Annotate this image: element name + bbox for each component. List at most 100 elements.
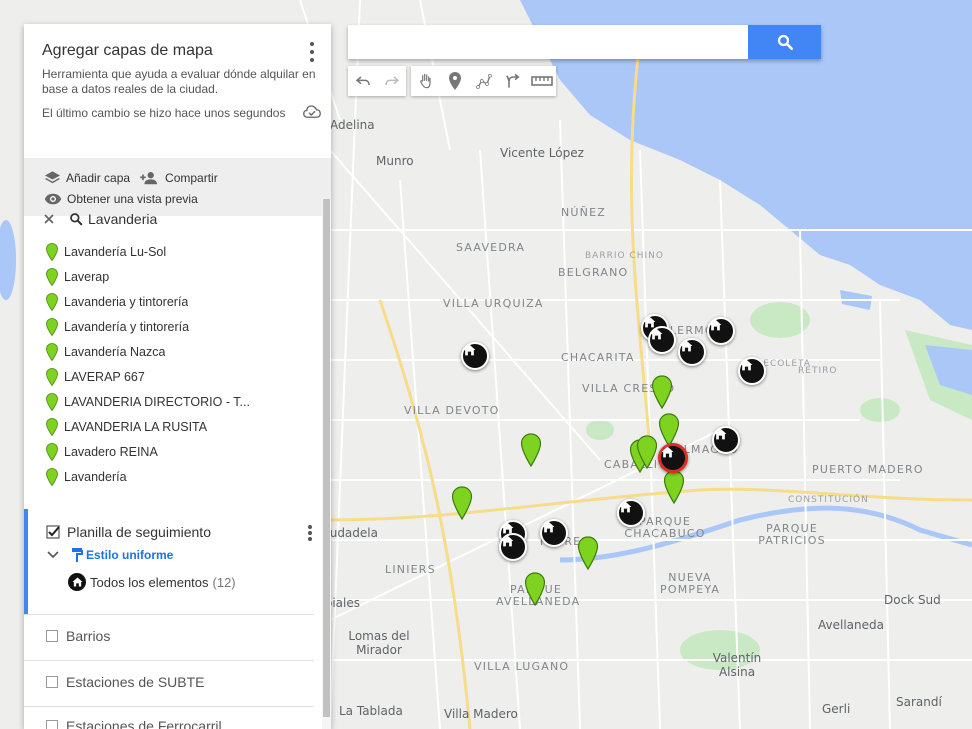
all-items-count: (12) xyxy=(212,574,236,590)
layer-options-menu[interactable] xyxy=(308,525,312,541)
search-result-label: Lavanderia y tintorería xyxy=(64,294,189,309)
search-button[interactable] xyxy=(748,25,821,59)
search-result-marker[interactable] xyxy=(520,433,542,467)
all-items-label: Todos los elementos xyxy=(90,574,209,590)
draw-line-button[interactable] xyxy=(469,66,498,96)
home-marker[interactable] xyxy=(499,533,527,561)
search-result-item[interactable]: LAVANDERIA DIRECTORIO - T... xyxy=(24,389,322,414)
layer-style-row: Estilo uniforme xyxy=(47,547,173,563)
search-result-item[interactable]: Lavandería Lu-Sol xyxy=(24,239,322,264)
layer-planilla: Planilla de seguimiento Estilo uniforme … xyxy=(24,509,322,615)
layer-header: Planilla de seguimiento xyxy=(46,520,211,544)
save-status: El último cambio se hizo hace unos segun… xyxy=(42,106,286,120)
home-marker[interactable] xyxy=(648,326,676,354)
marker-icon xyxy=(448,72,461,90)
search-result-marker[interactable] xyxy=(663,470,685,504)
layer-visibility-checkbox[interactable] xyxy=(46,720,58,729)
layers-panel: Agregar capas de mapa Herramienta que ay… xyxy=(24,24,331,729)
share-button[interactable]: Compartir xyxy=(140,169,218,187)
line-icon xyxy=(475,73,492,89)
measure-button[interactable] xyxy=(527,66,556,96)
search-results-list: Lavandería Lu-Sol Laverap Lavanderia y tin… xyxy=(24,239,322,489)
home-icon xyxy=(542,521,555,533)
search-result-label: LAVERAP 667 xyxy=(64,369,145,384)
search-result-marker[interactable] xyxy=(524,572,546,606)
home-icon xyxy=(709,319,722,331)
undo-icon xyxy=(355,76,370,86)
home-icon xyxy=(501,535,514,547)
layer-visibility-checkbox[interactable] xyxy=(46,676,58,688)
home-marker[interactable] xyxy=(738,357,766,385)
search-result-item[interactable]: Lavandería y tintorería xyxy=(24,314,322,339)
search-result-item[interactable]: Lavandería xyxy=(24,464,322,489)
layer-name[interactable]: Planilla de seguimiento xyxy=(67,524,211,540)
home-marker[interactable] xyxy=(707,317,735,345)
home-marker[interactable] xyxy=(712,426,740,454)
map-description[interactable]: Herramienta que ayuda a evaluar dónde al… xyxy=(42,67,322,97)
search-result-item[interactable]: LAVERAP 667 xyxy=(24,364,322,389)
green-marker-icon xyxy=(46,342,58,361)
search-result-label: Lavadero REINA xyxy=(64,444,158,459)
layer-visibility-checkbox[interactable] xyxy=(46,630,58,642)
search-result-item[interactable]: Lavanderia y tintorería xyxy=(24,289,322,314)
directions-icon xyxy=(505,73,520,88)
home-icon xyxy=(463,344,476,356)
layer-all-items-row[interactable]: Todos los elementos (12) xyxy=(68,573,236,591)
directions-button[interactable] xyxy=(498,66,527,96)
search-result-marker[interactable] xyxy=(658,413,680,447)
chevron-down-icon[interactable] xyxy=(47,551,59,559)
ruler-icon xyxy=(530,76,553,86)
green-marker-icon xyxy=(46,442,58,461)
search-result-marker[interactable] xyxy=(651,375,673,409)
selected-home-marker[interactable] xyxy=(658,443,688,473)
add-layer-label: Añadir capa xyxy=(66,170,131,185)
green-marker-icon xyxy=(46,292,58,311)
search-result-item[interactable]: LAVANDERIA LA RUSITA xyxy=(24,414,322,439)
home-icon xyxy=(740,359,753,371)
home-icon xyxy=(619,501,632,513)
add-person-icon xyxy=(140,171,158,184)
layers-list: Lavanderia Lavandería Lu-Sol Laverap Lavan… xyxy=(24,199,322,729)
layers-icon xyxy=(45,171,60,184)
home-marker[interactable] xyxy=(540,519,568,547)
map-options-menu[interactable] xyxy=(305,42,319,62)
search-icon xyxy=(70,213,83,226)
green-marker-icon xyxy=(46,467,58,486)
layer-style-link[interactable]: Estilo uniforme xyxy=(86,548,173,562)
panel-scrollbar-thumb[interactable] xyxy=(323,199,330,717)
search-result-label: Lavandería y tintorería xyxy=(64,319,190,334)
search-result-marker[interactable] xyxy=(451,486,473,520)
search-result-label: Lavandería Lu-Sol xyxy=(64,244,167,259)
home-marker[interactable] xyxy=(461,342,489,370)
green-marker-icon xyxy=(46,317,58,336)
layer-subte: Estaciones de SUBTE xyxy=(46,674,205,690)
layer-name[interactable]: Estaciones de SUBTE xyxy=(66,674,205,690)
search-input[interactable] xyxy=(348,25,748,59)
add-layer-button[interactable]: Añadir capa xyxy=(44,169,130,187)
search-result-item[interactable]: Lavandería Nazca xyxy=(24,339,322,364)
home-icon xyxy=(714,428,727,440)
close-icon[interactable] xyxy=(44,214,54,224)
select-tool-button[interactable] xyxy=(411,66,440,96)
layer-name[interactable]: Estaciones de Ferrocarril xyxy=(66,718,222,729)
layer-barrios: Barrios xyxy=(46,628,110,644)
search-result-item[interactable]: Laverap xyxy=(24,264,322,289)
layer-ferrocarril: Estaciones de Ferrocarril xyxy=(46,718,222,729)
add-marker-button[interactable] xyxy=(440,66,469,96)
redo-button[interactable] xyxy=(377,66,406,96)
search-result-item[interactable]: Lavadero REINA xyxy=(24,439,322,464)
home-marker[interactable] xyxy=(617,499,645,527)
home-icon xyxy=(650,328,663,340)
search-result-label: Lavandería xyxy=(64,469,127,484)
green-marker-icon xyxy=(46,417,58,436)
home-marker[interactable] xyxy=(678,338,706,366)
cloud-saved-icon xyxy=(303,105,321,118)
search-icon xyxy=(777,34,793,51)
map-title[interactable]: Agregar capas de mapa xyxy=(42,42,313,60)
layer-name[interactable]: Barrios xyxy=(66,628,110,644)
undo-button[interactable] xyxy=(348,66,377,96)
layer-visibility-checkbox[interactable] xyxy=(46,525,60,539)
search-result-marker[interactable] xyxy=(636,435,658,469)
search-result-marker[interactable] xyxy=(577,536,599,570)
search-layer-query: Lavanderia xyxy=(88,211,158,227)
